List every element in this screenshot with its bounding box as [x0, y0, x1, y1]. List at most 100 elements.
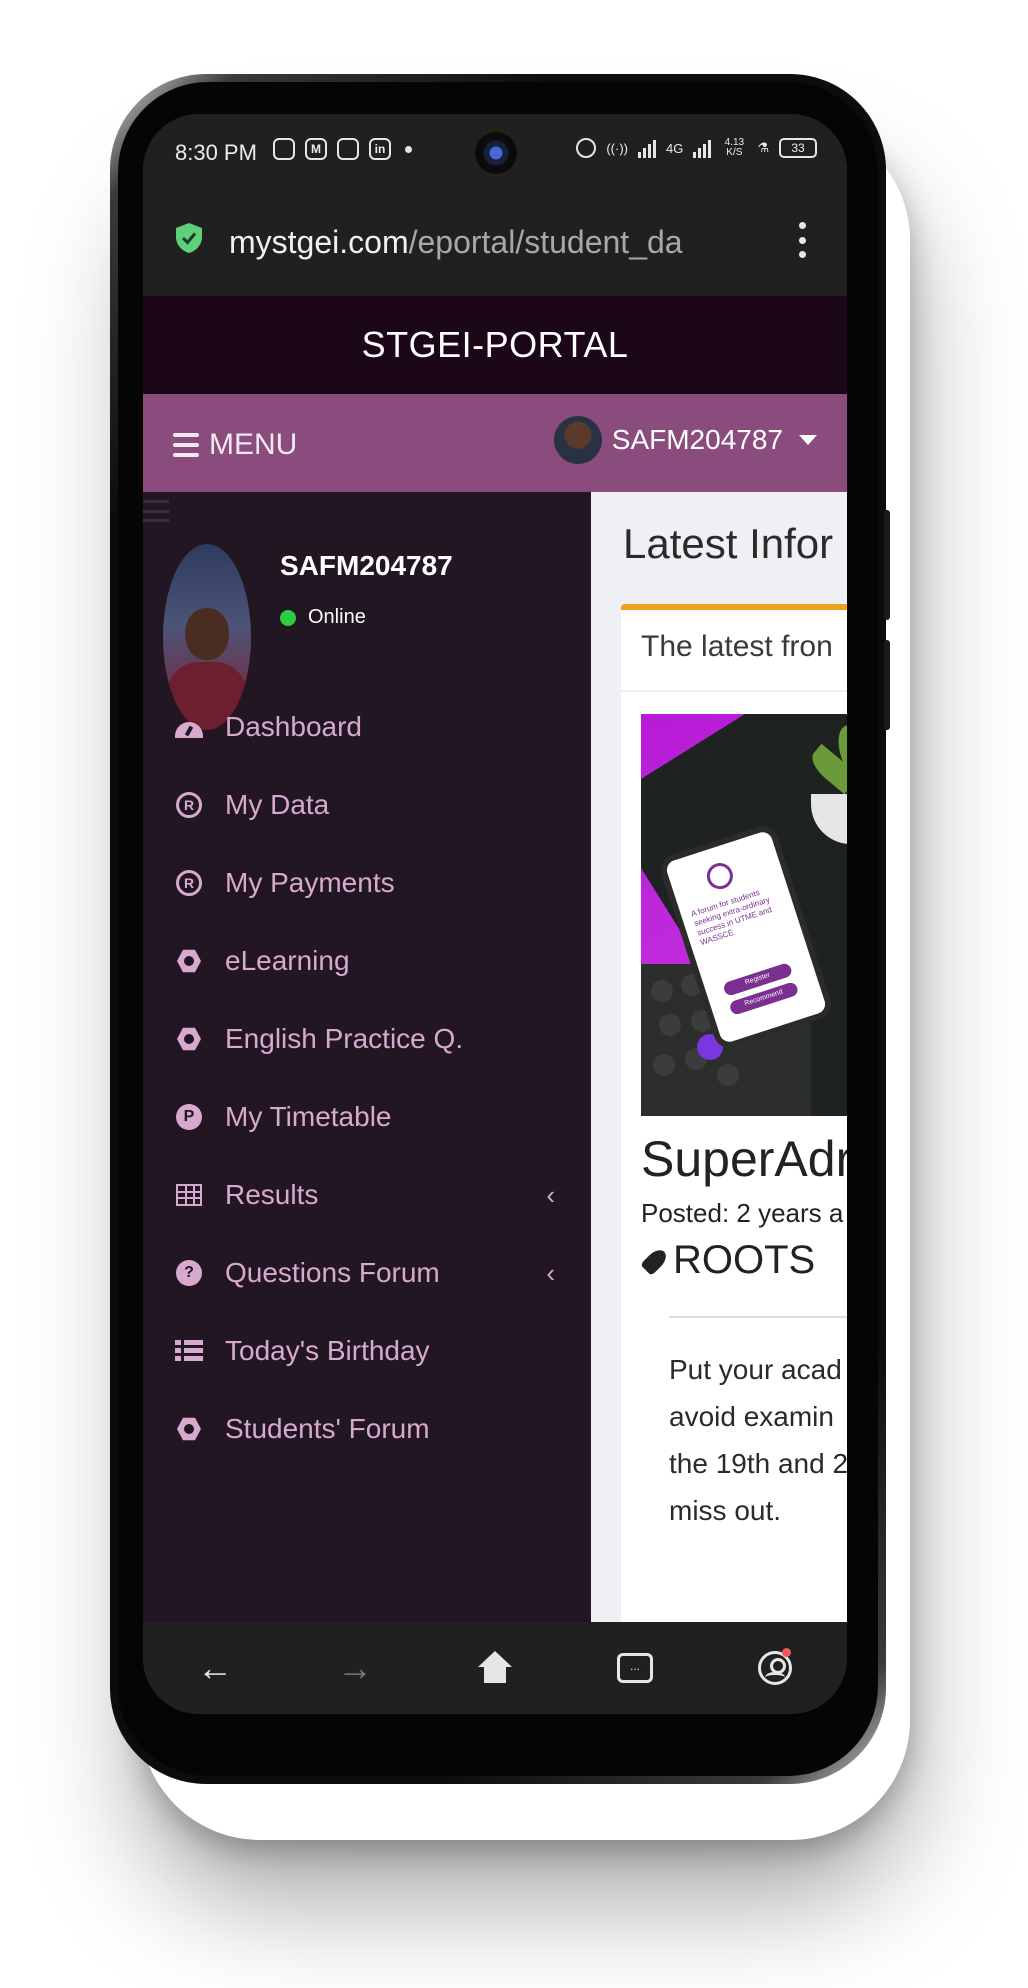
- front-camera: [475, 132, 517, 174]
- linkedin-icon: in: [369, 138, 391, 160]
- post-body-line: avoid examin: [669, 1401, 834, 1432]
- status-bar: 8:30 PM M in ((·)) 4G 4.13 K/S ⚗ 33: [143, 114, 847, 190]
- hamburger-icon: [173, 433, 199, 457]
- flask-icon: ⚗: [757, 140, 769, 155]
- post-title[interactable]: SuperAdr: [641, 1130, 847, 1188]
- divider: [669, 1316, 847, 1318]
- battery-icon: 33: [779, 138, 817, 158]
- signal-2-icon: [693, 138, 712, 158]
- caret-down-icon: [799, 435, 817, 445]
- sidebar-item-label: My Payments: [225, 867, 395, 898]
- notification-icons: M in: [273, 138, 412, 160]
- sidebar-item-label: Questions Forum: [225, 1257, 440, 1288]
- volume-button: [884, 640, 890, 730]
- forward-button[interactable]: →: [333, 1646, 377, 1690]
- shield-check-icon[interactable]: [175, 222, 203, 254]
- post-body-line: miss out.: [669, 1495, 782, 1526]
- divider: [621, 690, 847, 692]
- alarm-icon: [576, 138, 597, 158]
- user-dropdown[interactable]: SAFM204787: [553, 416, 817, 464]
- power-button: [884, 510, 890, 620]
- post-body: Put your acad avoid examin the 19th and …: [669, 1346, 847, 1534]
- status-time: 8:30 PM: [175, 140, 257, 165]
- registered-icon: R: [175, 869, 203, 897]
- gmail-icon: M: [305, 138, 327, 160]
- sidebar-item-my-timetable[interactable]: P My Timetable: [143, 1078, 591, 1156]
- url-text[interactable]: mystgei.com/eportal/student_da: [229, 224, 765, 261]
- online-label: Online: [308, 606, 366, 628]
- hex-gear-icon: [175, 947, 203, 975]
- sidebar-item-elearning[interactable]: eLearning: [143, 922, 591, 1000]
- image-text: A forum for students seeking extra-ordin…: [689, 887, 773, 948]
- sidebar-item-label: Results: [225, 1179, 319, 1210]
- tabs-icon: ...: [617, 1653, 653, 1683]
- site-title-rest: -PORTAL: [472, 324, 629, 365]
- home-icon: [478, 1651, 512, 1685]
- app-notification-icon: [337, 138, 359, 160]
- site-header: STGEI-PORTAL: [143, 296, 847, 394]
- table-icon: [175, 1181, 203, 1209]
- sidebar-toggle-icon[interactable]: [143, 500, 169, 522]
- avatar: [553, 416, 602, 464]
- sidebar-item-label: My Data: [225, 789, 330, 820]
- sidebar-item-label: eLearning: [225, 945, 350, 976]
- post-image[interactable]: A forum for students seeking extra-ordin…: [641, 714, 847, 1116]
- sidebar-item-label: My Timetable: [225, 1101, 392, 1132]
- chevron-left-icon[interactable]: ‹: [546, 1258, 555, 1289]
- browser-url-bar[interactable]: mystgei.com/eportal/student_da: [143, 190, 847, 296]
- account-icon: [758, 1648, 792, 1685]
- phone-screen: 8:30 PM M in ((·)) 4G 4.13 K/S ⚗ 33 myst…: [143, 114, 847, 1714]
- sidebar-item-results[interactable]: Results ‹: [143, 1156, 591, 1234]
- menu-button[interactable]: MENU: [173, 428, 297, 462]
- sidebar-item-label: English Practice Q.: [225, 1023, 464, 1054]
- gauge-icon: [175, 713, 203, 741]
- list-icon: [175, 1337, 203, 1365]
- data-speed-label: 4.13 K/S: [724, 137, 745, 158]
- sidebar-item-my-data[interactable]: R My Data: [143, 766, 591, 844]
- page-title: Latest Infor: [623, 520, 834, 567]
- notification-dot: [782, 1648, 791, 1657]
- post-body-line: Put your acad: [669, 1354, 842, 1385]
- hotspot-icon: ((·)): [606, 140, 628, 156]
- sidebar-item-label: Students' Forum: [225, 1413, 430, 1444]
- chevron-left-icon[interactable]: ‹: [546, 1180, 555, 1211]
- online-status: Online: [280, 606, 366, 629]
- status-icons: ((·)) 4G 4.13 K/S ⚗ 33: [576, 138, 817, 158]
- menu-label: MENU: [209, 428, 298, 461]
- more-notifications-icon: [405, 146, 412, 153]
- sidebar-item-dashboard[interactable]: Dashboard: [143, 688, 591, 766]
- sidebar-item-my-payments[interactable]: R My Payments: [143, 844, 591, 922]
- user-id: SAFM204787: [611, 424, 783, 455]
- signal-icon: [638, 138, 656, 158]
- online-dot-icon: [280, 609, 296, 626]
- forward-arrow-icon: →: [337, 1647, 373, 1688]
- more-vert-icon[interactable]: [797, 222, 807, 258]
- hex-gear-icon: [175, 1025, 203, 1053]
- account-button[interactable]: [753, 1646, 797, 1690]
- instagram-icon: [273, 138, 295, 160]
- sidebar: SAFM204787 Online Dashboard R My Data R …: [143, 492, 591, 1622]
- main-content: Latest Infor The latest fron A forum for…: [591, 492, 847, 1622]
- news-card: The latest fron A forum for students see…: [621, 604, 847, 1622]
- site-title-bold: STGEI: [361, 324, 473, 365]
- url-path: /eportal/student_da: [408, 224, 683, 260]
- sidebar-item-todays-birthday[interactable]: Today's Birthday: [143, 1312, 591, 1390]
- rocket-icon: [641, 1246, 671, 1276]
- hex-gear-icon: [175, 1415, 203, 1443]
- tabs-button[interactable]: ...: [613, 1646, 657, 1690]
- browser-bottom-nav: ← → ...: [143, 1622, 847, 1714]
- post-body-line: the 19th and 2: [669, 1448, 847, 1479]
- home-button[interactable]: [473, 1646, 517, 1690]
- question-circle-icon: ?: [175, 1259, 203, 1287]
- page: 8:30 PM M in ((·)) 4G 4.13 K/S ⚗ 33 myst…: [0, 0, 1028, 1988]
- sidebar-item-english-practice[interactable]: English Practice Q.: [143, 1000, 591, 1078]
- p-circle-icon: P: [175, 1103, 203, 1131]
- url-domain: mystgei.com: [229, 224, 409, 260]
- sidebar-item-label: Dashboard: [225, 711, 362, 742]
- sidebar-item-students-forum[interactable]: Students' Forum: [143, 1390, 591, 1468]
- sidebar-item-questions-forum[interactable]: ? Questions Forum ‹: [143, 1234, 591, 1312]
- registered-icon: R: [175, 791, 203, 819]
- back-button[interactable]: ←: [193, 1646, 237, 1690]
- sidebar-nav: Dashboard R My Data R My Payments eLearn…: [143, 688, 591, 1468]
- post-tag-label: ROOTS: [673, 1238, 816, 1282]
